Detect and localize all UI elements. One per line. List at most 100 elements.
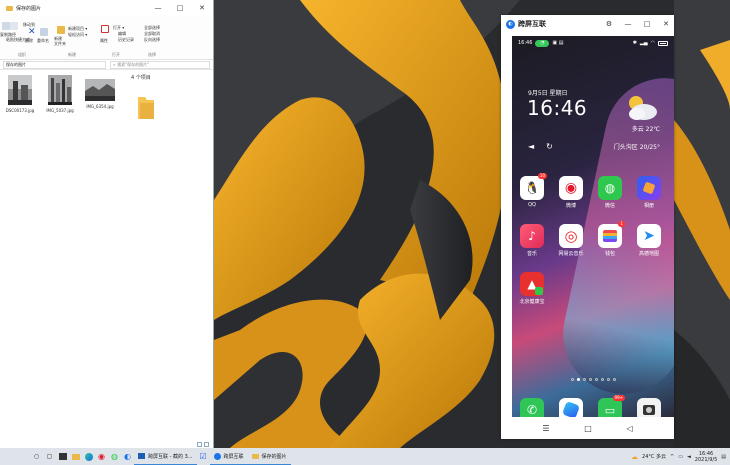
wechat-icon: ◍ — [598, 176, 622, 200]
view-mode-toggles — [0, 440, 213, 448]
taskbar: ○ ▢ ◉ ◍ ◐ 跨屏互联 - 截的 3... ☑ 跨屏互联 保存的图片 ☁ … — [0, 448, 730, 465]
file-item[interactable]: DSC00173.jpg — [2, 75, 38, 113]
close-button[interactable]: ✕ — [191, 0, 213, 16]
tray-chevron-icon[interactable]: ^ — [670, 454, 674, 460]
app-wallet[interactable]: 1 钱包 — [592, 221, 628, 257]
delete-button[interactable]: 删除 — [25, 38, 33, 44]
explorer-title-bar: 保存的图片 — □ ✕ — [0, 0, 213, 16]
edge-browser-icon[interactable] — [82, 448, 95, 465]
task-view-icon[interactable]: ▢ — [43, 448, 56, 465]
taskbar-app-mirror-screenshot[interactable]: 跨屏互联 - 截的 3... — [134, 448, 197, 465]
rename-button[interactable]: 重命名 — [37, 38, 49, 44]
file-explorer-window: 保存的图片 — □ ✕ 复制路径 粘贴快捷方式 移动到 ✕ 删除 重命名 新建 … — [0, 0, 214, 448]
minimize-button[interactable]: — — [147, 0, 169, 16]
status-right-icons: ✱ ▂▄ ◠ — [633, 40, 668, 46]
tray-clock[interactable]: 16:46 2021/9/5 — [695, 451, 717, 463]
wechat-taskbar-icon[interactable]: ◍ — [108, 448, 121, 465]
quick-controls: ◄ ↻ — [528, 142, 553, 151]
app-gallery[interactable]: 相册 — [631, 176, 667, 209]
ribbon-group-organize: 组织 — [18, 52, 26, 57]
app-label: QQ — [528, 202, 536, 208]
screen-mirror-icon — [138, 453, 145, 459]
new-folder-icon — [57, 26, 65, 34]
page-dot[interactable] — [612, 378, 616, 381]
app-music[interactable]: ♪ 音乐 — [514, 224, 550, 257]
ribbon-toolbar: 复制路径 粘贴快捷方式 移动到 ✕ 删除 重命名 新建 文件夹 新建项目 ▾ 轻… — [0, 16, 213, 60]
item-count: 4 个项目 — [131, 75, 151, 81]
file-name: IMG_5037.jpg — [46, 108, 74, 113]
beijing-health-icon: ▲ — [520, 272, 544, 296]
ribbon-group-new: 新建 — [68, 52, 76, 57]
file-explorer-icon[interactable] — [69, 448, 82, 465]
volume-icon[interactable]: ◄ — [687, 454, 691, 460]
navigation-pane[interactable] — [0, 71, 3, 440]
easy-access-button[interactable]: 轻松访问 ▾ — [68, 32, 87, 38]
network-icon[interactable]: ▭ — [678, 454, 683, 460]
page-dot[interactable] — [594, 378, 598, 381]
dock-phone[interactable]: ✆ — [514, 398, 550, 417]
page-dot[interactable] — [570, 378, 574, 381]
weibo-taskbar-icon[interactable]: ◉ — [95, 448, 108, 465]
taskbar-app-explorer[interactable]: 保存的图片 — [247, 448, 291, 465]
history-button[interactable]: 历史记录 — [118, 37, 134, 43]
ribbon-group-open: 打开 — [112, 52, 120, 57]
system-tray: ☁ 24°C 多云 ^ ▭ ◄ 16:46 2021/9/5 ▤ — [631, 451, 730, 463]
taskbar-app-label: 保存的图片 — [261, 453, 287, 460]
properties-button[interactable]: 属性 — [100, 38, 108, 44]
search-icon[interactable]: ○ — [30, 448, 43, 465]
page-indicator — [512, 378, 674, 381]
page-dot[interactable] — [576, 378, 580, 381]
app-label: 微博 — [565, 203, 576, 209]
phone-status-bar: 16:46 ◔ ▣ ▤ ✱ ▂▄ ◠ — [512, 36, 674, 50]
app-netease-music[interactable]: ◎ 网易云音乐 — [553, 224, 589, 257]
address-bar[interactable]: 保存的图片 — [3, 60, 106, 69]
new-folder-button[interactable]: 新建 文件夹 — [54, 36, 66, 46]
dock-messages[interactable]: ▭ 99+ — [592, 395, 628, 417]
details-view-icon[interactable] — [197, 441, 202, 447]
app-amap[interactable]: ➤ 高德地图 — [631, 224, 667, 257]
todo-icon[interactable]: ☑ — [197, 448, 210, 465]
refresh-icon[interactable]: ↻ — [546, 142, 553, 151]
taskbar-app-mirror[interactable]: 跨屏互联 — [209, 448, 248, 465]
weather-text: 多云 22℃ — [631, 126, 660, 133]
dock-browser[interactable] — [553, 398, 589, 417]
app-wechat[interactable]: ◍ 微信 — [592, 176, 628, 209]
large-icons-view-icon[interactable] — [204, 441, 209, 447]
back-nav-button[interactable]: ◁ — [626, 424, 632, 433]
app-qq[interactable]: 🐧 10 QQ — [514, 173, 550, 208]
menu-nav-button[interactable]: ☰ — [542, 424, 549, 433]
notification-icon[interactable]: ▤ — [721, 454, 726, 460]
status-time: 16:46 — [518, 40, 533, 46]
search-placeholder: 搜索"保存的图片" — [117, 61, 149, 67]
app-taskbar-icon[interactable]: ◐ — [121, 448, 134, 465]
folder-icon[interactable] — [136, 95, 156, 121]
maximize-button[interactable]: □ — [639, 20, 655, 28]
page-dot[interactable] — [582, 378, 586, 381]
file-item[interactable]: IMG_6354.jpg — [82, 75, 118, 109]
close-button[interactable]: ✕ — [658, 20, 674, 28]
dock-camera[interactable] — [631, 398, 667, 417]
volume-icon[interactable]: ◄ — [528, 142, 534, 151]
app-beijing-health[interactable]: ▲ 北京健康宝 — [514, 272, 550, 305]
rename-icon — [40, 28, 48, 36]
search-box[interactable]: ⌕ 搜索"保存的图片" — [110, 60, 210, 69]
terminal-icon[interactable] — [56, 448, 69, 465]
page-dot[interactable] — [600, 378, 604, 381]
wechat-notification-icon: ◔ — [535, 39, 550, 47]
file-item[interactable]: IMG_5037.jpg — [42, 75, 78, 113]
maximize-button[interactable]: □ — [169, 0, 191, 16]
app-label: 网易云音乐 — [558, 251, 584, 257]
settings-gear-icon[interactable]: ⚙ — [601, 20, 617, 28]
page-dot[interactable] — [606, 378, 610, 381]
home-nav-button[interactable]: □ — [584, 424, 592, 433]
minimize-button[interactable]: — — [620, 20, 636, 28]
file-name: DSC00173.jpg — [5, 108, 35, 113]
app-label: 微信 — [604, 203, 615, 209]
page-dot[interactable] — [588, 378, 592, 381]
ribbon-group-select: 选择 — [148, 52, 156, 57]
app-weibo[interactable]: ◉ 微博 — [553, 176, 589, 209]
phone-screen[interactable]: 16:46 ◔ ▣ ▤ ✱ ▂▄ ◠ 9月5日 星期日 16:46 多云 22℃… — [512, 36, 674, 417]
invert-selection-button[interactable]: 反向选择 — [144, 37, 160, 43]
bluetooth-icon: ✱ — [632, 40, 637, 46]
tray-weather[interactable]: 24°C 多云 — [642, 453, 666, 460]
